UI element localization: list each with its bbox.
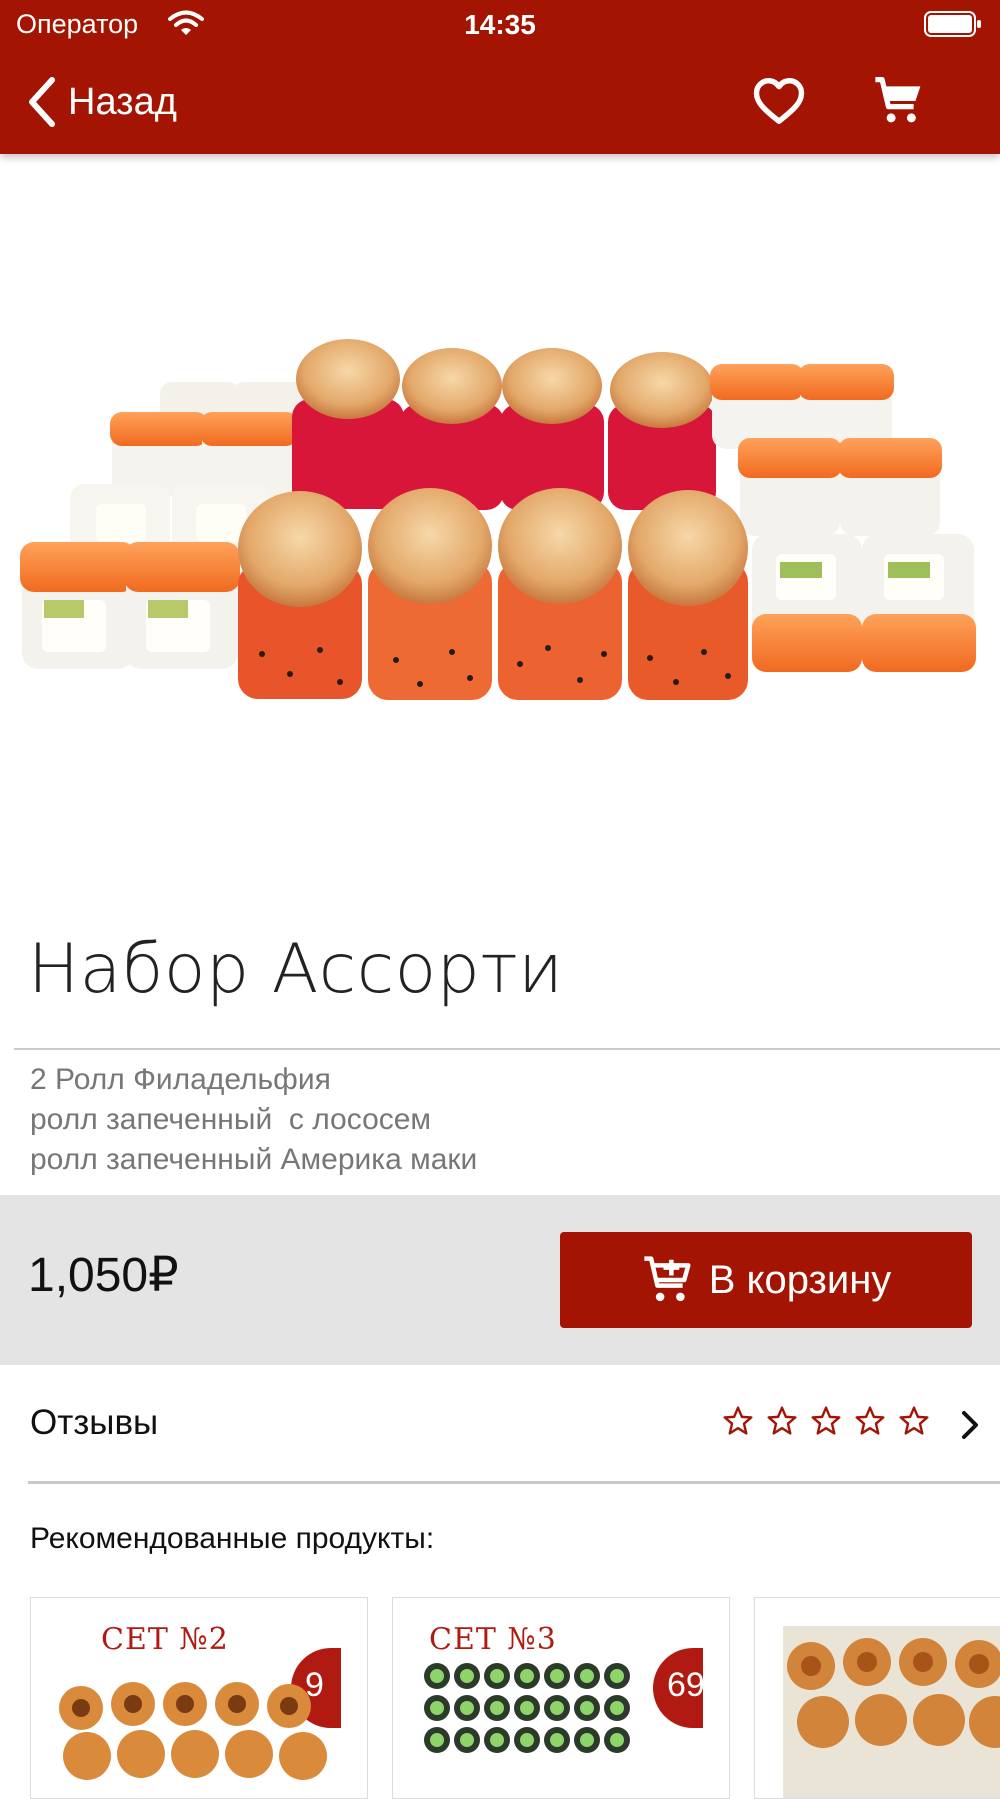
product-thumbnail [59,1682,327,1780]
product-description: 2 Ролл Филадельфия ролл запеченный с лос… [30,1063,478,1176]
price-bar: 1,050₽ В корзину [0,1195,1000,1365]
recommended-title: Рекомендованные продукты: [30,1522,435,1555]
product-title: Набор Ассорти [28,930,564,1009]
favorite-heart-icon[interactable] [752,74,806,128]
recommended-product-label: СЕТ №2 [101,1622,229,1657]
battery-icon [924,11,981,37]
chevron-left-icon [29,77,55,127]
rating-stars [722,1405,930,1437]
recommended-product-card[interactable] [754,1597,1000,1799]
back-button[interactable]: Назад [26,70,177,134]
product-image [0,154,1000,914]
product-thumbnail [783,1626,1000,1798]
shopping-cart-icon[interactable] [872,74,926,128]
add-to-cart-icon [644,1256,691,1302]
reviews-divider [28,1481,1000,1484]
top-bar: Оператор 14:35 Назад [0,0,1000,154]
back-label: Назад [68,80,177,123]
recommended-product-card[interactable]: СЕТ №2 9 [30,1597,368,1799]
add-to-cart-button[interactable]: В корзину [560,1232,972,1328]
star-empty-icon [899,1406,929,1435]
recommended-product-label: СЕТ №3 [429,1622,557,1657]
star-empty-icon [767,1406,797,1435]
sushi-set-image [20,339,976,700]
recommended-product-card[interactable]: СЕТ №3 69 [392,1597,730,1799]
reviews-row[interactable]: Отзывы [0,1365,1000,1485]
reviews-label: Отзывы [30,1403,159,1442]
star-empty-icon [855,1406,885,1435]
product-price: 1,050₽ [28,1249,179,1302]
star-empty-icon [811,1406,841,1435]
status-bar: Оператор 14:35 [0,0,1000,50]
chevron-right-icon [962,1411,978,1439]
star-empty-icon [723,1406,753,1435]
status-time: 14:35 [464,9,536,40]
title-divider [14,1048,1000,1050]
add-to-cart-label: В корзину [708,1257,892,1302]
